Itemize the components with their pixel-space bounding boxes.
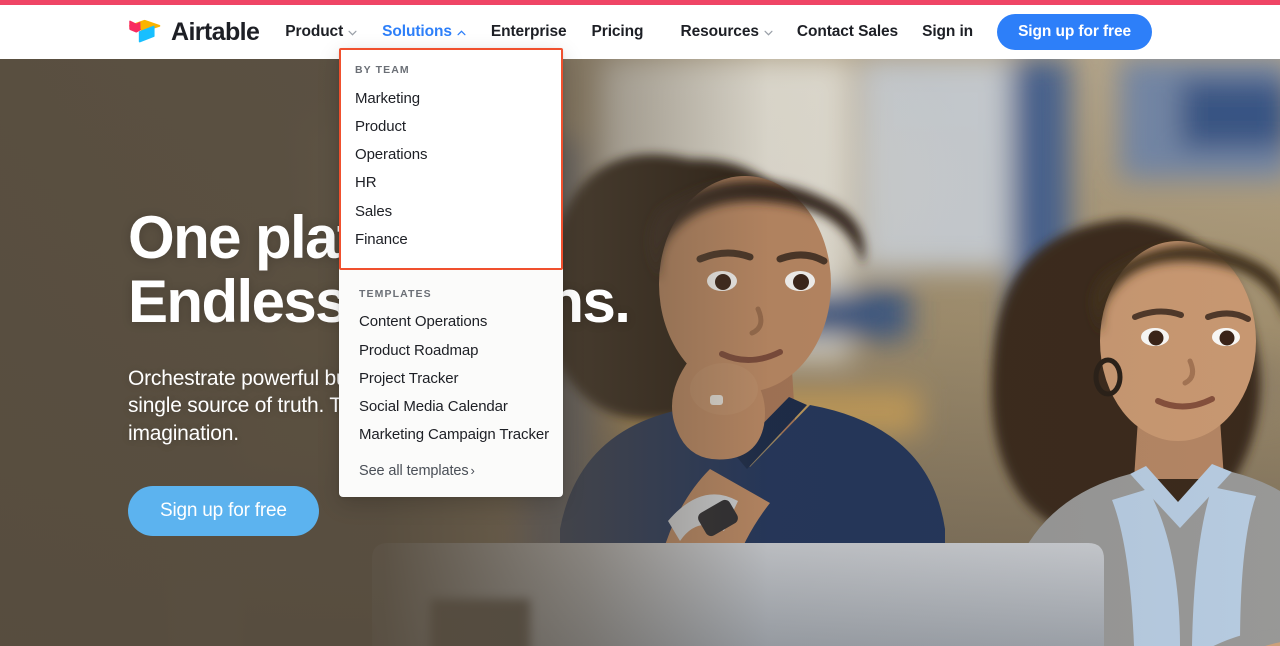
main-navbar: Airtable Product Solutions Enterprise Pr… [0,5,1280,59]
dropdown-see-all-templates-link[interactable]: See all templates › [339,449,563,481]
airtable-logo-text: Airtable [171,17,260,46]
dropdown-item-content-operations[interactable]: Content Operations [339,308,563,336]
nav-item-product[interactable]: Product [285,23,357,41]
hero-signup-button[interactable]: Sign up for free [128,485,319,536]
chevron-down-icon [764,30,773,36]
nav-item-solutions[interactable]: Solutions [382,23,466,41]
navbar-left-group: Airtable Product Solutions Enterprise Pr… [128,19,643,46]
nav-item-pricing[interactable]: Pricing [592,23,644,41]
dropdown-heading-templates: TEMPLATES [359,287,432,300]
chevron-up-icon [457,30,466,36]
airtable-logo-icon [129,19,161,42]
hero-section: One platform. Endless solutions. Orchest… [0,59,1280,646]
nav-item-resources-label: Resources [680,23,759,40]
dropdown-item-product[interactable]: Product [341,112,561,140]
see-all-templates-label: See all templates [359,463,469,480]
solutions-dropdown-panel: BY TEAM Marketing Product Operations HR … [339,48,563,498]
dropdown-item-sales[interactable]: Sales [341,197,561,225]
page-root: Airtable Product Solutions Enterprise Pr… [0,0,1280,646]
dropdown-section-templates: TEMPLATES Content Operations Product Roa… [339,270,563,481]
dropdown-item-product-roadmap[interactable]: Product Roadmap [339,336,563,364]
airtable-logo[interactable]: Airtable [128,17,260,46]
nav-item-sign-in-label: Sign in [922,23,974,40]
top-accent-bar [0,0,1280,5]
nav-item-enterprise[interactable]: Enterprise [491,23,567,41]
nav-item-resources[interactable]: Resources [681,23,773,41]
nav-item-product-label: Product [285,23,344,40]
dropdown-item-marketing[interactable]: Marketing [341,84,561,112]
dropdown-item-marketing-campaign-tracker[interactable]: Marketing Campaign Tracker [339,421,563,449]
nav-item-pricing-label: Pricing [591,23,644,40]
nav-item-enterprise-label: Enterprise [490,23,567,40]
dropdown-item-project-tracker[interactable]: Project Tracker [339,364,563,392]
navbar-primary-links: Product Solutions Enterprise Pricing [285,23,643,41]
dropdown-section-by-team: BY TEAM Marketing Product Operations HR … [339,48,563,270]
dropdown-item-hr[interactable]: HR [341,169,561,197]
navbar-signup-button[interactable]: Sign up for free [997,13,1152,51]
navbar-right-group: Resources Contact Sales Sign in Sign up … [681,13,1152,51]
nav-item-solutions-label: Solutions [382,23,452,40]
dropdown-item-operations[interactable]: Operations [341,141,561,169]
dropdown-heading-by-team: BY TEAM [355,64,410,76]
chevron-down-icon [348,30,357,36]
nav-item-contact-sales-label: Contact Sales [796,23,899,40]
dropdown-item-social-media-calendar[interactable]: Social Media Calendar [339,393,563,421]
chevron-right-icon: › [470,463,475,479]
nav-item-contact-sales[interactable]: Contact Sales [797,23,898,41]
dropdown-item-finance[interactable]: Finance [341,225,561,253]
nav-item-sign-in[interactable]: Sign in [922,23,973,41]
